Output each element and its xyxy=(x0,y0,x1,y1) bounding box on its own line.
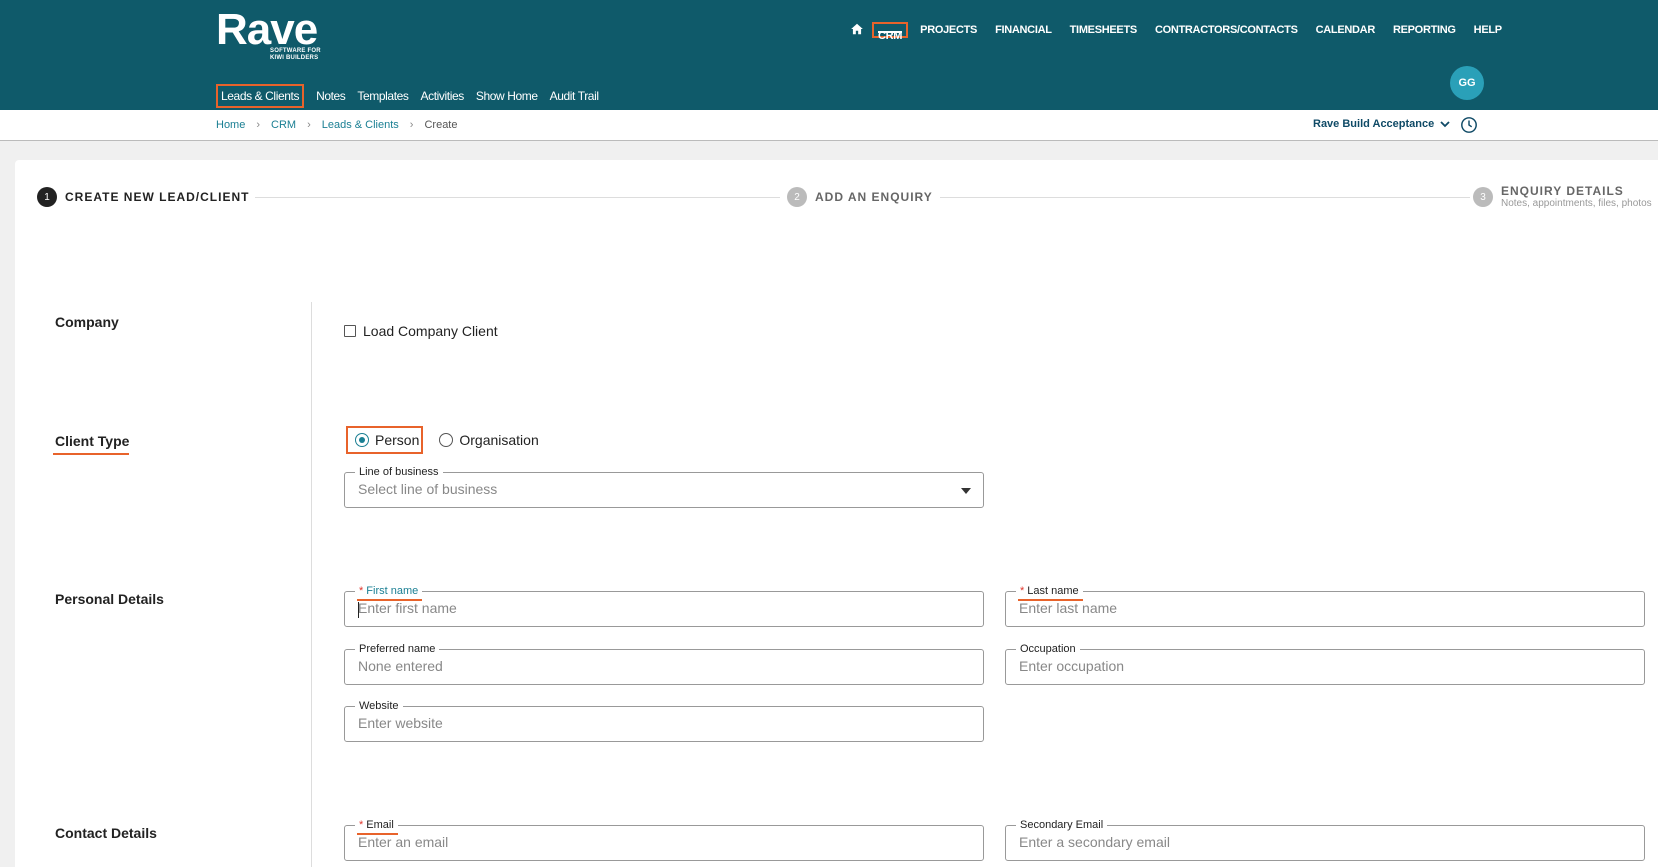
radio-dot xyxy=(359,437,365,443)
checkbox-label: Load Company Client xyxy=(363,323,498,339)
nav-contractors[interactable]: CONTRACTORS/CONTACTS xyxy=(1155,22,1298,38)
load-company-client-checkbox[interactable] xyxy=(344,325,356,337)
field-label: * Last name xyxy=(1016,584,1083,601)
breadcrumb-current: Create xyxy=(424,119,458,131)
subnav-notes[interactable]: Notes xyxy=(316,89,346,103)
client-type-radio-group: Person Organisation xyxy=(346,426,539,454)
nav-crm[interactable]: CRM xyxy=(872,22,909,42)
occupation-field[interactable]: Occupation xyxy=(1005,642,1645,685)
first-name-field[interactable]: * First name xyxy=(344,584,984,627)
email-input[interactable] xyxy=(358,834,966,850)
logo-tagline: SOFTWARE FOR KIWI BUILDERS xyxy=(270,48,321,61)
breadcrumb-bar: Home › CRM › Leads & Clients › Create Ra… xyxy=(0,110,1658,141)
subnav-audit-trail[interactable]: Audit Trail xyxy=(550,89,599,103)
first-name-input[interactable] xyxy=(358,600,966,616)
subnav-templates[interactable]: Templates xyxy=(357,89,408,103)
nav-projects[interactable]: PROJECTS xyxy=(920,22,977,38)
step-sublabel: Notes, appointments, files, photos xyxy=(1501,198,1652,209)
chevron-down-icon xyxy=(1440,121,1450,128)
clock-icon[interactable] xyxy=(1460,116,1478,134)
breadcrumb-separator: › xyxy=(307,119,311,131)
field-label: Website xyxy=(355,699,403,713)
step-label: ADD AN ENQUIRY xyxy=(815,190,933,204)
step-enquiry-details: 3 ENQUIRY DETAILS Notes, appointments, f… xyxy=(1473,184,1652,209)
user-avatar[interactable]: GG xyxy=(1450,66,1484,100)
section-personal-details-label: Personal Details xyxy=(55,591,164,607)
load-company-client-row[interactable]: Load Company Client xyxy=(344,323,498,339)
nav-calendar[interactable]: CALENDAR xyxy=(1316,22,1376,38)
field-label: Line of business xyxy=(355,465,443,479)
breadcrumb-home[interactable]: Home xyxy=(216,119,245,131)
nav-timesheets[interactable]: TIMESHEETS xyxy=(1070,22,1138,38)
field-label: Preferred name xyxy=(355,642,440,656)
step-label: CREATE NEW LEAD/CLIENT xyxy=(65,190,250,204)
active-underline xyxy=(878,31,903,33)
secondary-email-input[interactable] xyxy=(1019,834,1627,850)
subnav-activities[interactable]: Activities xyxy=(421,89,465,103)
step-connector xyxy=(255,197,780,198)
breadcrumb: Home › CRM › Leads & Clients › Create xyxy=(216,119,458,131)
section-divider xyxy=(311,302,312,867)
field-label: * First name xyxy=(355,584,423,601)
field-label: Occupation xyxy=(1016,642,1080,656)
email-field[interactable]: * Email xyxy=(344,818,984,861)
field-label: * Email xyxy=(355,818,398,835)
nav-financial[interactable]: FINANCIAL xyxy=(995,22,1052,38)
radio-person-label: Person xyxy=(375,432,420,448)
field-label: Secondary Email xyxy=(1016,818,1108,832)
step-add-enquiry: 2 ADD AN ENQUIRY xyxy=(787,187,933,207)
section-company-label: Company xyxy=(55,314,119,330)
last-name-input[interactable] xyxy=(1019,600,1627,616)
home-icon[interactable] xyxy=(850,22,864,36)
logo-wordmark: Rave xyxy=(216,5,318,54)
subnav-leads-clients[interactable]: Leads & Clients xyxy=(216,84,305,108)
form-card xyxy=(15,160,1658,867)
step-number: 3 xyxy=(1473,187,1493,207)
website-input[interactable] xyxy=(358,715,966,731)
occupation-input[interactable] xyxy=(1019,658,1627,674)
sub-nav: Leads & Clients Notes Templates Activiti… xyxy=(216,84,611,108)
radio-organisation[interactable] xyxy=(439,433,454,447)
breadcrumb-leads-clients[interactable]: Leads & Clients xyxy=(322,119,399,131)
rave-logo[interactable]: Rave SOFTWARE FOR KIWI BUILDERS xyxy=(216,5,321,62)
caret-down-icon xyxy=(961,488,971,494)
preferred-name-field[interactable]: Preferred name xyxy=(344,642,984,685)
step-label: ENQUIRY DETAILS Notes, appointments, fil… xyxy=(1501,184,1652,209)
step-number: 1 xyxy=(37,187,57,207)
preferred-name-input[interactable] xyxy=(358,658,966,674)
section-client-type-label: Client Type xyxy=(55,433,130,449)
line-of-business-select[interactable]: Line of business xyxy=(344,465,984,508)
breadcrumb-separator: › xyxy=(409,119,414,131)
website-field[interactable]: Website xyxy=(344,699,984,742)
line-of-business-input[interactable] xyxy=(358,481,966,497)
secondary-email-field[interactable]: Secondary Email xyxy=(1005,818,1645,861)
radio-organisation-label[interactable]: Organisation xyxy=(459,432,538,448)
step-create-lead: 1 CREATE NEW LEAD/CLIENT xyxy=(37,187,249,207)
section-contact-details-label: Contact Details xyxy=(55,825,157,841)
org-name: Rave Build Acceptance xyxy=(1313,118,1435,130)
app-header: Rave SOFTWARE FOR KIWI BUILDERS CRM PROJ… xyxy=(0,0,1658,110)
section-underline xyxy=(53,453,129,455)
nav-help[interactable]: HELP xyxy=(1474,22,1502,38)
breadcrumb-crm[interactable]: CRM xyxy=(271,119,296,131)
top-nav: CRM PROJECTS FINANCIAL TIMESHEETS CONTRA… xyxy=(850,22,1520,42)
breadcrumb-separator: › xyxy=(256,119,261,131)
radio-person-option[interactable]: Person xyxy=(346,426,424,454)
step-number: 2 xyxy=(787,187,807,207)
step-connector xyxy=(940,197,1470,198)
radio-person[interactable] xyxy=(355,433,369,447)
nav-reporting[interactable]: REPORTING xyxy=(1393,22,1456,38)
subnav-show-home[interactable]: Show Home xyxy=(476,89,538,103)
org-selector[interactable]: Rave Build Acceptance xyxy=(1313,118,1450,130)
last-name-field[interactable]: * Last name xyxy=(1005,584,1645,627)
